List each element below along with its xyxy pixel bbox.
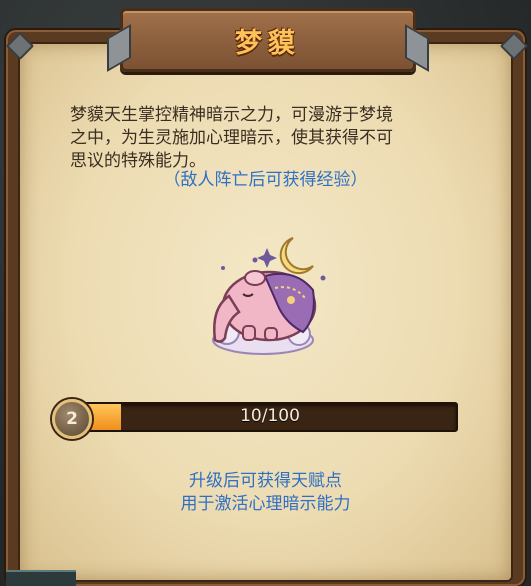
experience-progress-text: 10/100 [240,406,300,426]
level-badge: 2 [52,399,92,439]
description-line: 之中，为生灵施加心理暗示，使其获得不可 [70,128,393,148]
talent-info: 升级后可获得天赋点 用于激活心理暗示能力 [0,470,531,516]
creature-title: 梦貘 [235,28,301,59]
bottom-toolbar-fragment [6,570,76,586]
creature-description: 梦貘天生掌控精神暗示之力，可漫游于梦境 之中，为生灵施加心理暗示，使其获得不可 … [70,104,470,173]
dream-tapir-creature-icon[interactable] [195,228,340,373]
talent-line: 升级后可获得天赋点 [189,471,342,491]
description-line: 梦貘天生掌控精神暗示之力，可漫游于梦境 [70,105,393,125]
experience-hint: （敌人阵亡后可获得经验） [163,170,368,190]
experience-bar: 10/100 [82,402,458,432]
game-screen: 梦貘 梦貘天生掌控精神暗示之力，可漫游于梦境 之中，为生灵施加心理暗示，使其获得… [0,0,531,586]
title-plaque: 梦貘 [107,8,429,72]
talent-line: 用于激活心理暗示能力 [180,494,351,514]
